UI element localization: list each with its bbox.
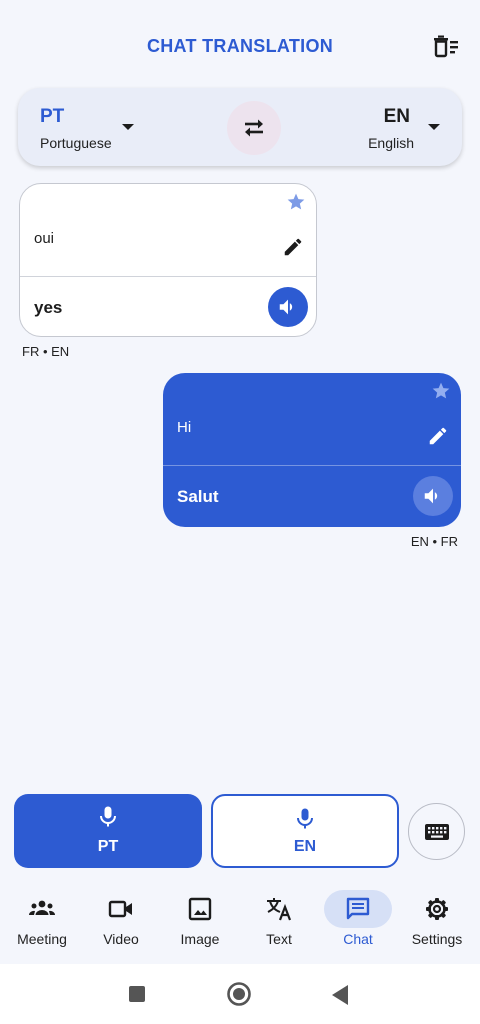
chat-message: Hi Salut: [163, 373, 461, 527]
bottom-navigation: Meeting Video Image Text Chat Settings: [0, 884, 480, 964]
star-icon: [287, 193, 305, 210]
message-language-pair: FR • EN: [22, 344, 70, 359]
chat-message: oui yes: [19, 183, 317, 337]
message-divider: [163, 465, 461, 466]
app-header: CHAT TRANSLATION: [0, 0, 480, 90]
target-language-name: English: [368, 135, 414, 151]
image-icon: [188, 897, 212, 921]
edit-message-button[interactable]: [282, 236, 304, 258]
message-source-section: [163, 373, 461, 465]
page-title: CHAT TRANSLATION: [146, 36, 334, 56]
nav-label: Settings: [411, 931, 463, 947]
mic-target-label: EN: [293, 838, 317, 855]
clear-history-icon: [434, 35, 458, 58]
keyboard-input-button[interactable]: [408, 803, 465, 860]
speak-translation-button[interactable]: [413, 476, 453, 516]
videocam-icon: [108, 900, 132, 918]
chevron-down-icon: [428, 124, 440, 130]
source-language-name: Portuguese: [40, 135, 112, 151]
chevron-down-icon: [122, 124, 134, 130]
language-selector-bar: PT Portuguese EN English: [18, 88, 462, 166]
message-language-pair: EN • FR: [410, 534, 458, 549]
nav-item-image[interactable]: Image: [160, 884, 240, 954]
nav-item-meeting[interactable]: Meeting: [2, 884, 82, 954]
microphone-icon: [297, 808, 313, 829]
nav-item-text[interactable]: Text: [239, 884, 319, 954]
message-source-section: [20, 184, 316, 276]
speaker-icon: [279, 299, 293, 315]
keyboard-icon: [424, 823, 449, 840]
speaker-icon: [424, 488, 438, 504]
swap-arrows-icon: [245, 119, 263, 137]
pencil-icon: [429, 427, 447, 445]
message-divider: [20, 276, 316, 277]
source-language-dropdown[interactable]: PT Portuguese: [40, 106, 150, 152]
edit-message-button[interactable]: [427, 425, 449, 447]
message-source-text: oui: [34, 230, 55, 247]
mic-target-language-button[interactable]: EN: [211, 794, 399, 868]
back-triangle-icon[interactable]: [330, 984, 350, 1006]
groups-icon: [28, 900, 56, 915]
message-translation-text: Salut: [177, 487, 219, 506]
recents-square-icon[interactable]: [128, 985, 146, 1003]
message-translation-text: yes: [34, 298, 63, 317]
home-circle-icon[interactable]: [226, 981, 252, 1007]
settings-icon: [426, 898, 448, 920]
nav-item-settings[interactable]: Settings: [397, 884, 477, 954]
chat-icon: [346, 897, 370, 920]
target-language-dropdown[interactable]: EN English: [330, 106, 440, 152]
target-language-code: EN: [383, 106, 410, 127]
message-source-text: Hi: [177, 419, 192, 436]
favorite-button[interactable]: [431, 381, 451, 401]
mic-source-language-button[interactable]: PT: [14, 794, 202, 868]
speak-translation-button[interactable]: [268, 287, 308, 327]
mic-source-label: PT: [97, 838, 119, 855]
system-navigation-bar: [0, 964, 480, 1024]
pencil-icon: [284, 238, 302, 256]
microphone-icon: [100, 806, 116, 827]
nav-item-video[interactable]: Video: [81, 884, 161, 954]
swap-languages-button[interactable]: [227, 101, 281, 155]
star-icon: [432, 382, 450, 399]
nav-item-chat[interactable]: Chat: [318, 884, 398, 954]
clear-history-button[interactable]: [432, 34, 460, 60]
translate-icon: [267, 898, 292, 921]
favorite-button[interactable]: [286, 192, 306, 212]
